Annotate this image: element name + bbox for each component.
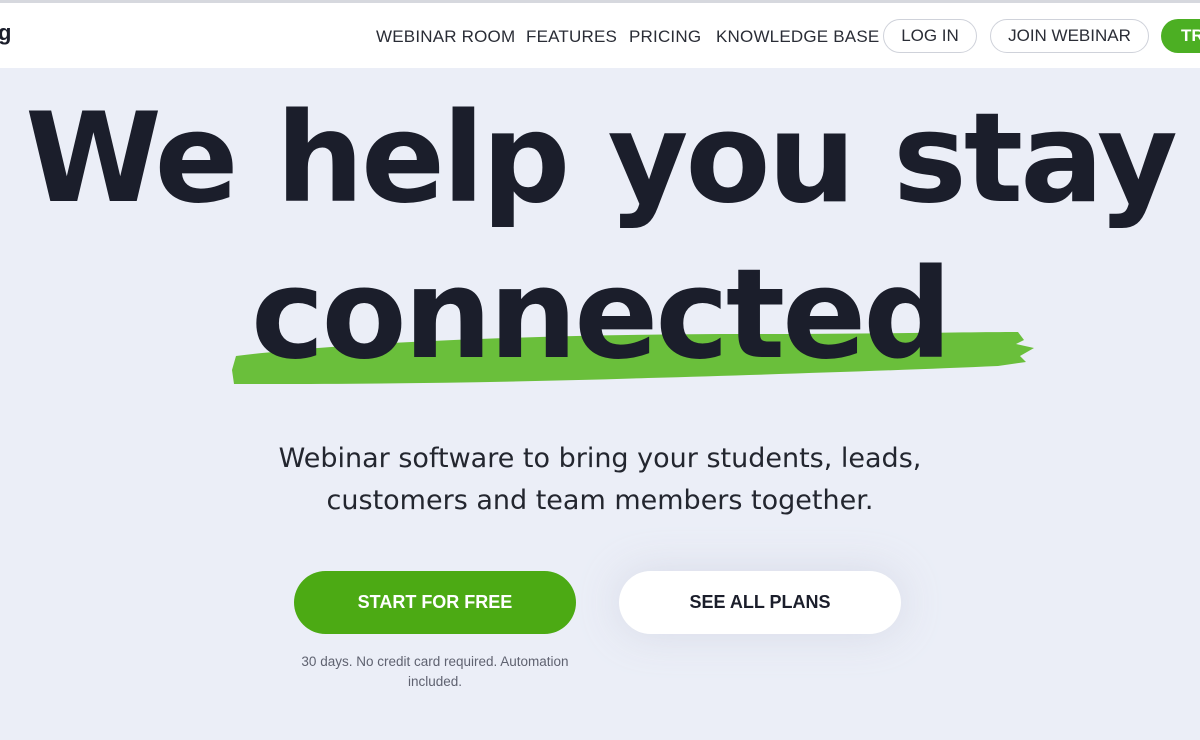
start-for-free-button[interactable]: START FOR FREE — [294, 571, 576, 634]
nav-webinar-room[interactable]: WEBINAR ROOM — [376, 27, 515, 47]
nav-features[interactable]: FEATURES — [526, 27, 617, 47]
see-all-plans-button[interactable]: SEE ALL PLANS — [619, 571, 901, 634]
login-button[interactable]: LOG IN — [883, 19, 977, 53]
nav-knowledge-base[interactable]: KNOWLEDGE BASE — [716, 27, 879, 47]
join-webinar-button[interactable]: JOIN WEBINAR — [990, 19, 1149, 53]
site-header: g WEBINAR ROOM FEATURES PRICING KNOWLEDG… — [0, 3, 1200, 68]
logo[interactable]: g — [0, 20, 11, 46]
hero-headline-line1: We help you stay — [25, 87, 1178, 231]
trial-button[interactable]: TR — [1161, 19, 1200, 53]
trial-note: 30 days. No credit card required. Automa… — [301, 654, 569, 689]
hero-subtitle-line1: Webinar software to bring your students,… — [278, 443, 922, 474]
hero-subtitle-line2: customers and team members together. — [326, 485, 874, 516]
hero-headline-line2: connected — [251, 243, 952, 387]
hero-subtitle: Webinar software to bring your students,… — [0, 438, 1200, 522]
nav-pricing[interactable]: PRICING — [629, 27, 701, 47]
